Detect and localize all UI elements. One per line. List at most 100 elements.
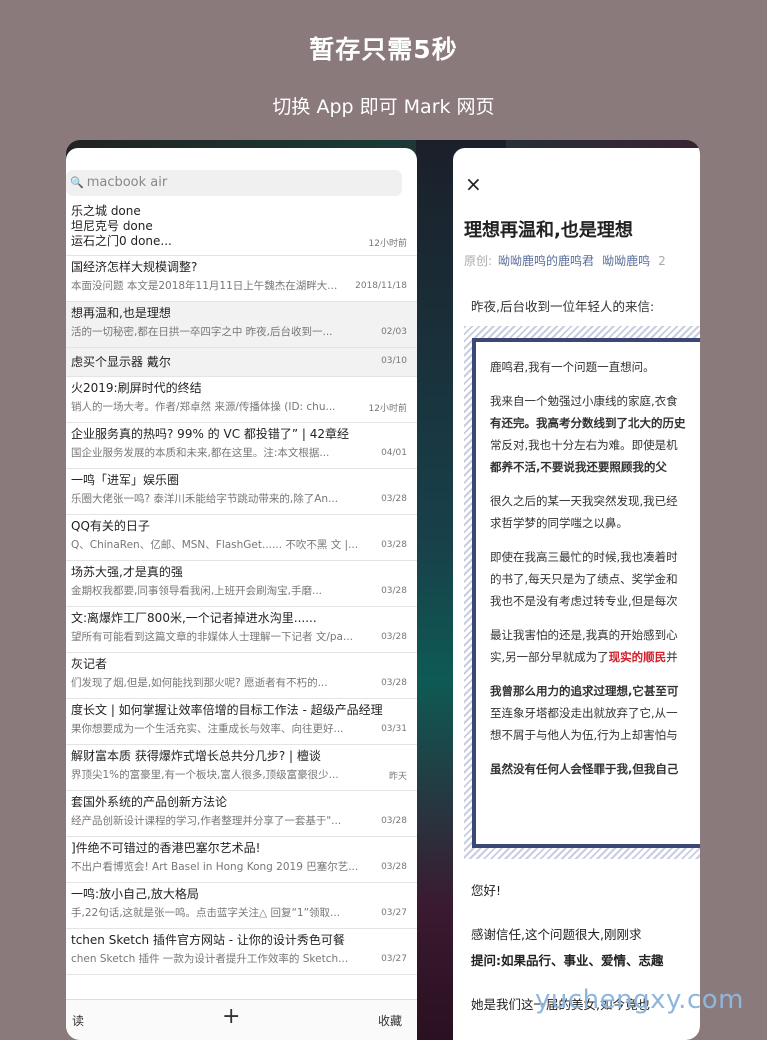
list-item[interactable]: 虑买个显示器 戴尔 03/10 — [66, 348, 417, 377]
list-item[interactable]: 一鸣「进军」娱乐圈 乐圈大佬张一鸣? 泰洋川禾能给字节跳动带来的,除了An...… — [66, 469, 417, 515]
list-item-summary: 金期权我都要,同事领导看我闲,上班开会刷淘宝,手磨... — [71, 585, 323, 597]
list-item-date: 03/31 — [381, 724, 407, 734]
list-item-title: 虑买个显示器 戴尔 — [71, 355, 171, 369]
list-item-title: 一鸣:放小自己,放大格局 — [71, 887, 199, 901]
author-link[interactable]: 呦呦鹿鸣的鹿鸣君 — [498, 254, 594, 268]
list-item[interactable]: 企业服务真的热吗? 99% 的 VC 都投错了” | 42章经 国企业服务发展的… — [66, 423, 417, 469]
read-button[interactable]: 读 — [72, 1012, 84, 1029]
quote-line: 鹿鸣君,我有一个问题一直想问。 — [490, 360, 655, 374]
device-frame: 🔍 macbook air 乐之城 done 坦尼克号 done 运石之门0 do… — [66, 140, 700, 1040]
article-list-panel: 🔍 macbook air 乐之城 done 坦尼克号 done 运石之门0 do… — [66, 148, 417, 1040]
quote-block: 鹿鸣君,我有一个问题一直想问。 我来自一个勉强过小康线的家庭,衣食 有还完。我高… — [464, 326, 700, 859]
list-item-title: 套国外系统的产品创新方法论 — [71, 795, 228, 809]
list-item-date: 03/28 — [381, 816, 407, 826]
list-item[interactable]: 一鸣:放小自己,放大格局 手,22句话,这就是张一鸣。点击蓝字关注△ 回复“1”… — [66, 883, 417, 929]
article-reader-panel: × 理想再温和,也是理想 原创: 呦呦鹿鸣的鹿鸣君 呦呦鹿鸣 2 昨夜,后台收到一位年… — [453, 148, 700, 1040]
list-item-date: 04/01 — [381, 448, 407, 458]
list-item-title: 想再温和,也是理想 — [71, 306, 171, 320]
list-item-title: 场苏大强,才是真的强 — [71, 565, 183, 579]
list-item-title: tchen Sketch 插件官方网站 - 让你的设计秀色可餐 — [71, 933, 345, 947]
list-item-summary: 经产品创新设计课程的学习,作者整理并分享了一套基于"... — [71, 815, 342, 827]
article-meta: 原创: 呦呦鹿鸣的鹿鸣君 呦呦鹿鸣 2 — [464, 252, 666, 269]
favorites-button[interactable]: 收藏 — [378, 1012, 402, 1029]
list-item-date: 03/27 — [381, 908, 407, 918]
quote-line: 想不屑于与他人为伍,行为上却害怕与 — [490, 728, 678, 742]
list-item-title: 企业服务真的热吗? 99% 的 VC 都投错了” | 42章经 — [71, 427, 350, 441]
quote-line: 我来自一个勉强过小康线的家庭,衣食 — [490, 394, 678, 408]
list-item-summary: chen Sketch 插件 一款为设计者提升工作效率的 Sketch... — [71, 953, 349, 965]
list-item[interactable]: 文:离爆炸工厂800米,一个记者掉进水沟里...... 望所有可能看到这篇文章的… — [66, 607, 417, 653]
list-item[interactable]: 灰记者 们发现了烟,但是,如何能找到那火呢? 愿逝者有不朽的... 03/28 — [66, 653, 417, 699]
site-watermark: yuchengxy.com — [535, 985, 744, 1015]
list-item-title: 运石之门0 done... — [71, 234, 172, 248]
page-headline: 暂存只需5秒 — [309, 35, 458, 64]
list-item-date: 03/28 — [381, 540, 407, 550]
list-item-date: 03/28 — [381, 632, 407, 642]
list-item-date: 2018/11/18 — [355, 281, 407, 291]
list-item-date: 03/28 — [381, 586, 407, 596]
list-item-date: 12小时前 — [368, 403, 407, 414]
list-item-summary: 销人的一场大考。作者/郑卓然 来源/传播体操 (ID: chu... — [71, 401, 336, 413]
list-item-summary: 不出户看博览会! Art Basel in Hong Kong 2019 巴塞尔… — [71, 861, 359, 873]
highlight-text: 现实的顺民 — [608, 650, 667, 664]
list-item-date: 03/28 — [381, 678, 407, 688]
quote-line: 最让我害怕的还是,我真的开始感到心 — [490, 628, 678, 642]
list-item-date: 03/10 — [381, 356, 407, 366]
list-item-title: 灰记者 — [71, 657, 108, 671]
quote-line: 至连象牙塔都没走出就放弃了它,从一 — [490, 706, 678, 720]
list-item-title: 文:离爆炸工厂800米,一个记者掉进水沟里...... — [71, 611, 317, 625]
list-item-title: 解财富本质 获得爆炸式增长总共分几步? | 檀谈 — [71, 749, 321, 763]
list-item-title: 火2019:刷屏时代的终结 — [71, 381, 202, 395]
quote-line: 我曾那么用力的追求过理想,它甚至可 — [490, 684, 679, 698]
account-link[interactable]: 呦呦鹿鸣 — [602, 254, 650, 268]
quote-line: 有还完。我高考分数线到了北大的历史 — [490, 416, 686, 430]
quote-line: 求哲学梦的同学嗤之以鼻。 — [490, 516, 628, 530]
body-line: 感谢信任,这个问题很大,刚刚求 — [471, 927, 642, 942]
list-item-selected[interactable]: 想再温和,也是理想 活的一切秘密,都在日拱一卒四字之中 昨夜,后台收到一... 0… — [66, 302, 417, 348]
quote-line: 常反对,我也十分左右为难。即使是机 — [490, 438, 678, 452]
list-item-summary: 本面没问题 本文是2018年11月11日上午魏杰在湖畔大... — [71, 280, 338, 292]
list-item-summary: 乐圈大佬张一鸣? 泰洋川禾能给字节跳动带来的,除了An... — [71, 493, 339, 505]
quote-line: 都养不活,不要说我还要照顾我的父 — [490, 460, 667, 474]
original-label: 原创: — [464, 254, 493, 268]
search-input[interactable]: 🔍 macbook air — [66, 170, 402, 196]
close-icon[interactable]: × — [465, 172, 482, 196]
meta-number: 2 — [658, 254, 666, 268]
list-item-title: 坦尼克号 done — [71, 219, 153, 233]
list-item[interactable]: QQ有关的日子 Q、ChinaRen、亿邮、MSN、FlashGet......… — [66, 515, 417, 561]
list-item[interactable]: 场苏大强,才是真的强 金期权我都要,同事领导看我闲,上班开会刷淘宝,手磨... 0… — [66, 561, 417, 607]
add-icon[interactable]: + — [222, 1004, 240, 1029]
list-item-title: ]件绝不可错过的香港巴塞尔艺术品! — [71, 841, 261, 855]
list-item-summary: 活的一切秘密,都在日拱一卒四字之中 昨夜,后台收到一... — [71, 326, 333, 338]
list-item-date: 03/28 — [381, 494, 407, 504]
list-item-title: 乐之城 done — [71, 204, 141, 218]
body-line: 您好! — [471, 883, 502, 898]
list-item-summary: 果你想要成为一个生活充实、注重成长与效率、向往更好... — [71, 723, 344, 735]
list-item[interactable]: 国经济怎样大规模调整? 本面没问题 本文是2018年11月11日上午魏杰在湖畔大… — [66, 256, 417, 302]
search-value: macbook air — [86, 175, 168, 190]
list-item-summary: Q、ChinaRen、亿邮、MSN、FlashGet...... 不吹不黑 文 … — [71, 539, 359, 551]
quote-line: 我也不是没有考虑过转专业,但是每次 — [490, 594, 678, 608]
search-icon: 🔍 — [70, 176, 84, 189]
bottom-toolbar: 读 + 收藏 — [66, 999, 417, 1040]
article-title: 理想再温和,也是理想 — [464, 220, 633, 241]
list-item-date: 03/28 — [381, 862, 407, 872]
quote-text: 实,另一部分早就成为了 — [490, 650, 609, 664]
list-item[interactable]: tchen Sketch 插件官方网站 - 让你的设计秀色可餐 chen Ske… — [66, 929, 417, 975]
list-item-summary: 手,22句话,这就是张一鸣。点击蓝字关注△ 回复“1”领取... — [71, 907, 341, 919]
list-item-summary: 望所有可能看到这篇文章的非媒体人士理解一下记者 文/pa... — [71, 631, 353, 643]
list-item[interactable]: 套国外系统的产品创新方法论 经产品创新设计课程的学习,作者整理并分享了一套基于"… — [66, 791, 417, 837]
list-item[interactable]: 火2019:刷屏时代的终结 销人的一场大考。作者/郑卓然 来源/传播体操 (ID… — [66, 377, 417, 423]
list-item[interactable]: 解财富本质 获得爆炸式增长总共分几步? | 檀谈 界顶尖1%的富豪里,有一个板块… — [66, 745, 417, 791]
list-item-date: 12小时前 — [368, 239, 407, 249]
list-item[interactable]: 乐之城 done 坦尼克号 done 运石之门0 done... 12小时前 — [66, 200, 417, 256]
list-item-date: 02/03 — [381, 327, 407, 337]
page-subheadline: 切换 App 即可 Mark 网页 — [272, 96, 495, 118]
list-item[interactable]: ]件绝不可错过的香港巴塞尔艺术品! 不出户看博览会! Art Basel in … — [66, 837, 417, 883]
body-line: 提问:如果品行、事业、爱情、志趣 — [471, 953, 664, 968]
quote-line: 实,另一部分早就成为了现实的顺民并 — [490, 646, 700, 668]
list-item-title: 度长文 | 如何掌握让效率倍增的目标工作法 - 超级产品经理 — [71, 703, 383, 717]
list-item[interactable]: 度长文 | 如何掌握让效率倍增的目标工作法 - 超级产品经理 果你想要成为一个生… — [66, 699, 417, 745]
quote-line: 的书了,每天只是为了绩点、奖学金和 — [490, 572, 678, 586]
list-item-title: 国经济怎样大规模调整? — [71, 260, 198, 274]
